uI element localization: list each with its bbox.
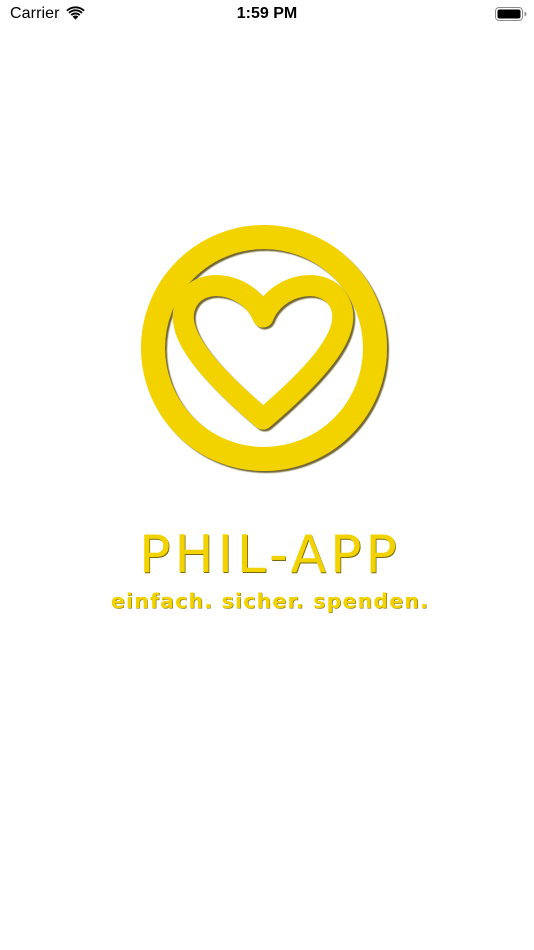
splash-screen: Carrier 1:59 PM PHIL-APP einfach. sicher…: [0, 0, 534, 950]
battery-full-icon: [495, 7, 527, 21]
status-time: 1:59 PM: [236, 5, 298, 22]
status-bar: Carrier 1:59 PM: [0, 0, 534, 30]
brand-tagline: einfach. sicher. spenden.: [110, 589, 430, 613]
brand-name: PHIL-APP: [139, 525, 401, 585]
heart-in-circle-icon: [141, 225, 387, 471]
